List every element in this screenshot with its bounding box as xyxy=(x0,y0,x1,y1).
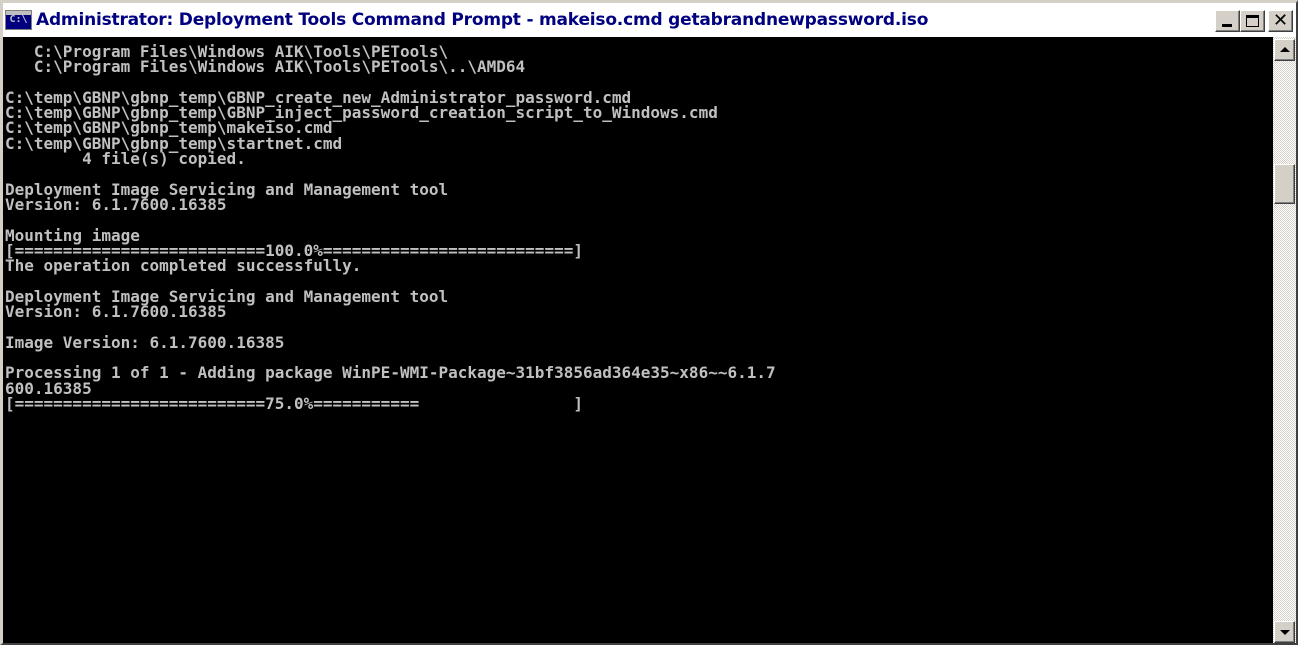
arrow-down-icon xyxy=(1280,630,1290,635)
window-controls: ✕ xyxy=(1215,10,1293,32)
title-bar[interactable]: C:\ Administrator: Deployment Tools Comm… xyxy=(3,3,1296,37)
cmd-icon[interactable]: C:\ xyxy=(5,10,32,30)
scroll-down-button[interactable] xyxy=(1274,621,1295,643)
maximize-button[interactable] xyxy=(1240,10,1265,32)
maximize-icon xyxy=(1246,15,1259,27)
console-line: 4 file(s) copied. xyxy=(5,149,246,169)
console-line: C:\Program Files\Windows AIK\Tools\PEToo… xyxy=(5,57,526,77)
minimize-button[interactable] xyxy=(1215,10,1240,32)
console-line: The operation completed successfully. xyxy=(5,256,362,276)
console-area[interactable]: C:\Program Files\Windows AIK\Tools\PEToo… xyxy=(3,37,1273,643)
console-line: Version: 6.1.7600.16385 xyxy=(5,194,227,214)
vertical-scrollbar[interactable] xyxy=(1273,37,1296,643)
console-line: Image Version: 6.1.7600.16385 xyxy=(5,332,285,352)
close-icon: ✕ xyxy=(1272,10,1289,31)
console-line: [==========================75.0%========… xyxy=(5,393,583,413)
window-title: Administrator: Deployment Tools Command … xyxy=(36,10,929,30)
console-line: Processing 1 of 1 - Adding package WinPE… xyxy=(5,363,776,383)
scroll-up-button[interactable] xyxy=(1274,39,1295,61)
arrow-up-icon xyxy=(1280,47,1290,52)
minimize-icon xyxy=(1222,24,1232,27)
close-button[interactable]: ✕ xyxy=(1268,10,1293,32)
command-prompt-window: C:\ Administrator: Deployment Tools Comm… xyxy=(0,0,1298,645)
console-output: C:\Program Files\Windows AIK\Tools\PEToo… xyxy=(3,37,1273,413)
console-line: Version: 6.1.7600.16385 xyxy=(5,302,227,322)
scroll-thumb[interactable] xyxy=(1274,164,1295,204)
